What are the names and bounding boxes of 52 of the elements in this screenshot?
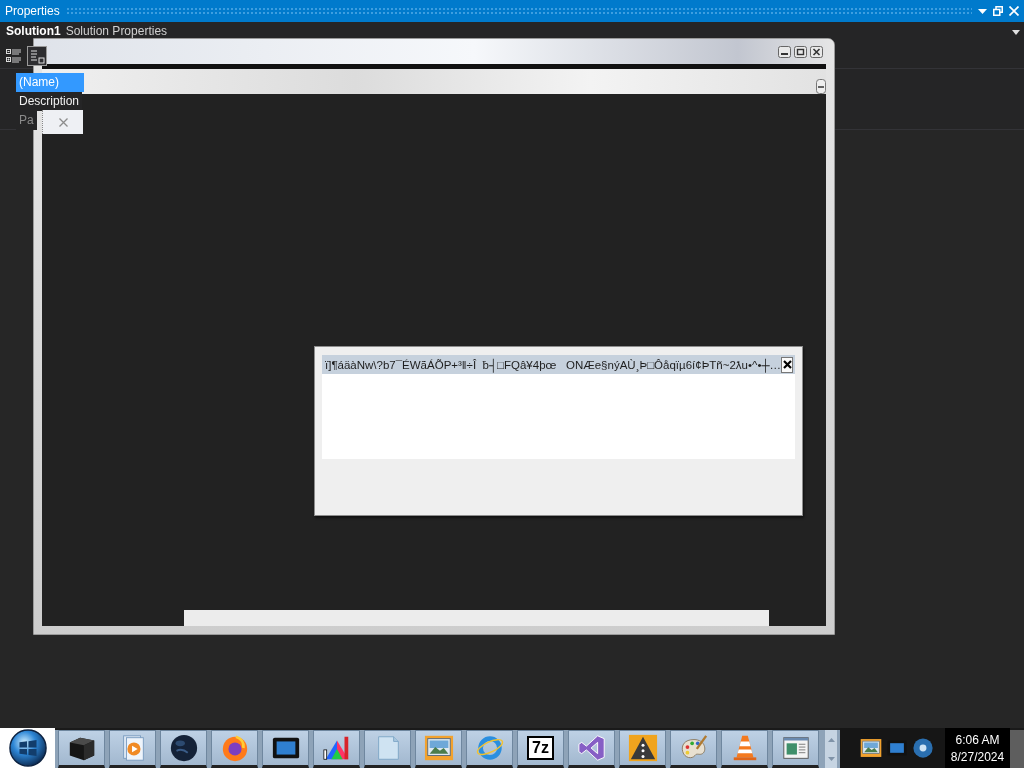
property-name[interactable]: Pa: [16, 111, 37, 130]
taskbar-button[interactable]: [415, 730, 462, 768]
taskbar-button[interactable]: [313, 730, 360, 768]
taskbar-button[interactable]: [466, 730, 513, 768]
picture-icon: [423, 733, 454, 763]
globe-icon: [168, 733, 199, 763]
warning-icon: [627, 733, 658, 763]
loop-icon: [576, 733, 607, 763]
collapse-button[interactable]: [816, 79, 826, 94]
categorized-list-icon[interactable]: [6, 48, 22, 64]
clock-date: 8/27/2024: [950, 749, 1005, 764]
panel-title: Properties: [5, 4, 60, 18]
minimize-button[interactable]: [778, 45, 791, 58]
tray-button[interactable]: [912, 737, 934, 759]
taskbar-button[interactable]: [670, 730, 717, 768]
taskbar-button[interactable]: [109, 730, 156, 768]
close-icon: [810, 45, 823, 58]
taskbar-button[interactable]: [568, 730, 615, 768]
taskbar-button[interactable]: [772, 730, 819, 768]
dialog-title: ï]¶áäàNw\?b7¯ÉWãÁÕP+³ǁ÷Î ƀ┤□FQâ¥4þœ ONÆe§nýAÙ¸Þ□Ôåqïµ6í¢ÞTñ~2ƛu•^•┼…: [325, 358, 782, 371]
taskbar-button[interactable]: [58, 730, 105, 768]
taskbar-button[interactable]: [364, 730, 411, 768]
close-icon: [782, 360, 792, 369]
property-name[interactable]: Description: [16, 92, 83, 111]
maximize-icon: [794, 45, 807, 58]
disc-icon: [912, 737, 934, 759]
taskbar-button[interactable]: [211, 730, 258, 768]
clock-time: 6:06 AM: [955, 732, 1000, 747]
close-button[interactable]: [810, 45, 823, 58]
dropdown-icon[interactable]: [1012, 30, 1020, 35]
dash-icon: [816, 79, 826, 94]
taskbar-button[interactable]: 7z: [517, 730, 564, 768]
picture-icon: [860, 737, 882, 759]
up-arrow-icon: [827, 737, 835, 742]
close-button[interactable]: [781, 356, 793, 373]
ring-icon: [474, 733, 505, 763]
object-type: Solution Properties: [65, 24, 170, 38]
orb-icon: [8, 729, 47, 767]
maximize-button[interactable]: [794, 45, 807, 58]
tray-button[interactable]: [860, 737, 882, 759]
start-button[interactable]: [0, 728, 55, 768]
down-arrow-icon: [827, 756, 835, 761]
object-name: Solution1: [6, 24, 61, 38]
taskbar-button[interactable]: [262, 730, 309, 768]
minimize-icon: [778, 45, 791, 58]
restore-icon[interactable]: [993, 6, 1003, 16]
list-box-icon[interactable]: [27, 46, 47, 66]
taskbar-button[interactable]: [619, 730, 666, 768]
close-icon[interactable]: [58, 117, 68, 127]
taskbar-button[interactable]: [160, 730, 207, 768]
taskbar-button[interactable]: [721, 730, 768, 768]
clock-panel[interactable]: 6:06 AM 8/27/2024: [945, 728, 1010, 768]
